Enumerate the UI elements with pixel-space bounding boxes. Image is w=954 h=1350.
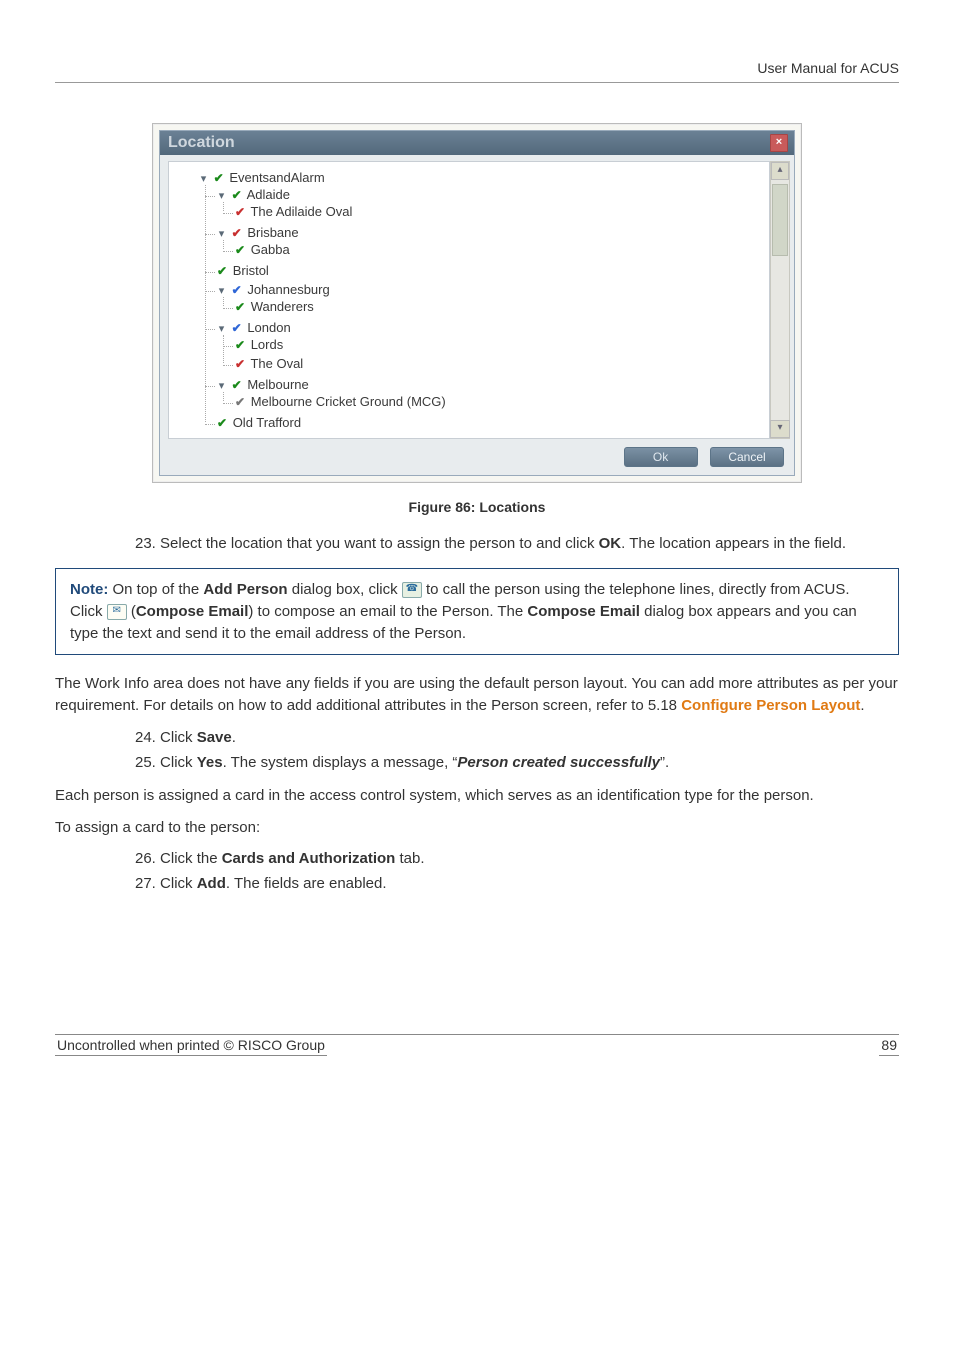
- step-23: 23. Select the location that you want to…: [135, 533, 899, 554]
- check-icon: ✔: [235, 300, 245, 314]
- scroll-down-icon[interactable]: ▾: [770, 420, 790, 438]
- chevron-down-icon[interactable]: ▾: [217, 189, 226, 202]
- note-text-bold: Compose Email: [136, 603, 249, 620]
- step-text: . The location appears in the field.: [621, 535, 846, 552]
- step-text-bold: Cards and Authorization: [222, 850, 396, 867]
- step-number: 27.: [135, 875, 156, 892]
- footer-page-number: 89: [879, 1037, 899, 1056]
- note-label: Note:: [70, 581, 108, 598]
- step-text: Select the location that you want to ass…: [160, 535, 599, 552]
- link-configure-person-layout[interactable]: Configure Person Layout: [681, 697, 860, 714]
- step-number: 25.: [135, 754, 156, 771]
- tree-node[interactable]: Gabba: [251, 242, 290, 257]
- step-25: 25. Click Yes. The system displays a mes…: [135, 752, 899, 773]
- body-paragraph: The Work Info area does not have any fie…: [55, 673, 899, 717]
- body-paragraph: Each person is assigned a card in the ac…: [55, 785, 899, 807]
- step-text: tab.: [395, 850, 424, 867]
- tree-node[interactable]: The Oval: [250, 356, 303, 371]
- check-icon: ✔: [235, 357, 245, 371]
- step-text-bold: Add: [197, 875, 226, 892]
- footer-left: Uncontrolled when printed © RISCO Group: [55, 1037, 327, 1056]
- step-text-bold: Yes: [197, 754, 223, 771]
- page-footer: Uncontrolled when printed © RISCO Group …: [55, 1034, 899, 1056]
- tree-node[interactable]: Bristol: [233, 263, 269, 278]
- tree-node[interactable]: Old Trafford: [233, 415, 301, 430]
- chevron-down-icon[interactable]: ▾: [217, 284, 226, 297]
- check-icon: ✔: [235, 395, 245, 409]
- check-icon: ✔: [217, 416, 227, 430]
- tree-node[interactable]: Lords: [251, 337, 284, 352]
- tree-node[interactable]: Johannesburg: [247, 282, 329, 297]
- check-icon: ✔: [214, 171, 224, 185]
- step-text: . The fields are enabled.: [226, 875, 387, 892]
- tree-node[interactable]: Melbourne: [247, 377, 308, 392]
- scroll-up-icon[interactable]: ▴: [771, 162, 789, 180]
- check-icon: ✔: [232, 188, 242, 202]
- step-number: 23.: [135, 535, 156, 552]
- tree-node[interactable]: Brisbane: [247, 225, 298, 240]
- step-26: 26. Click the Cards and Authorization ta…: [135, 848, 899, 869]
- tree-node[interactable]: Adlaide: [247, 187, 290, 202]
- note-text-bold: Add Person: [203, 581, 287, 598]
- scroll-thumb[interactable]: [772, 184, 788, 256]
- step-message: Person created successfully: [457, 754, 660, 771]
- location-tree[interactable]: ▾ ✔ EventsandAlarm ▾ ✔ Adlaide: [168, 161, 770, 439]
- step-text-bold: Save: [197, 729, 232, 746]
- ok-button[interactable]: Ok: [624, 447, 698, 467]
- mail-icon: ✉: [107, 604, 127, 620]
- chevron-down-icon[interactable]: ▾: [217, 322, 226, 335]
- tree-node[interactable]: Wanderers: [251, 299, 314, 314]
- step-text: ”.: [660, 754, 669, 771]
- check-icon: ✔: [235, 243, 245, 257]
- step-text: . The system displays a message, “: [223, 754, 458, 771]
- figure-caption: Figure 86: Locations: [55, 499, 899, 515]
- step-number: 24.: [135, 729, 156, 746]
- check-icon: ✔: [235, 205, 245, 219]
- step-number: 26.: [135, 850, 156, 867]
- cancel-button[interactable]: Cancel: [710, 447, 784, 467]
- tree-node-root[interactable]: EventsandAlarm: [229, 170, 324, 185]
- note-text: On top of the: [108, 581, 203, 598]
- step-27: 27. Click Add. The fields are enabled.: [135, 873, 899, 894]
- step-text: .: [232, 729, 236, 746]
- dialog-titlebar: Location ×: [160, 131, 794, 155]
- body-paragraph: To assign a card to the person:: [55, 817, 899, 839]
- check-icon: ✔: [232, 283, 242, 297]
- close-icon[interactable]: ×: [770, 134, 788, 152]
- note-box: Note: On top of the Add Person dialog bo…: [55, 568, 899, 655]
- check-icon: ✔: [217, 264, 227, 278]
- chevron-down-icon[interactable]: ▾: [217, 379, 226, 392]
- page-header: User Manual for ACUS: [55, 60, 899, 83]
- check-icon: ✔: [232, 321, 242, 335]
- scrollbar[interactable]: ▴ ▾: [770, 161, 790, 439]
- step-text: Click: [160, 875, 197, 892]
- note-text: (: [127, 603, 136, 620]
- chevron-down-icon[interactable]: ▾: [217, 227, 226, 240]
- header-title: User Manual for ACUS: [757, 60, 899, 76]
- note-text-bold: Compose Email: [527, 603, 640, 620]
- paragraph-text: .: [860, 697, 864, 714]
- check-icon: ✔: [232, 226, 242, 240]
- check-icon: ✔: [235, 338, 245, 352]
- chevron-down-icon[interactable]: ▾: [199, 172, 208, 185]
- tree-node[interactable]: London: [247, 320, 290, 335]
- note-text: ) to compose an email to the Person. The: [248, 603, 527, 620]
- tree-node[interactable]: The Adilaide Oval: [250, 204, 352, 219]
- dialog-title: Location: [168, 134, 235, 152]
- step-text: Click the: [160, 850, 222, 867]
- tree-node[interactable]: Melbourne Cricket Ground (MCG): [251, 394, 446, 409]
- phone-icon: ☎: [402, 582, 422, 598]
- note-text: dialog box, click: [288, 581, 402, 598]
- step-text: Click: [160, 729, 197, 746]
- figure-location-dialog: Location × ▾ ✔ EventsandAlarm: [152, 123, 802, 483]
- step-text: Click: [160, 754, 197, 771]
- step-text-bold: OK: [599, 535, 622, 552]
- check-icon: ✔: [232, 378, 242, 392]
- step-24: 24. Click Save.: [135, 727, 899, 748]
